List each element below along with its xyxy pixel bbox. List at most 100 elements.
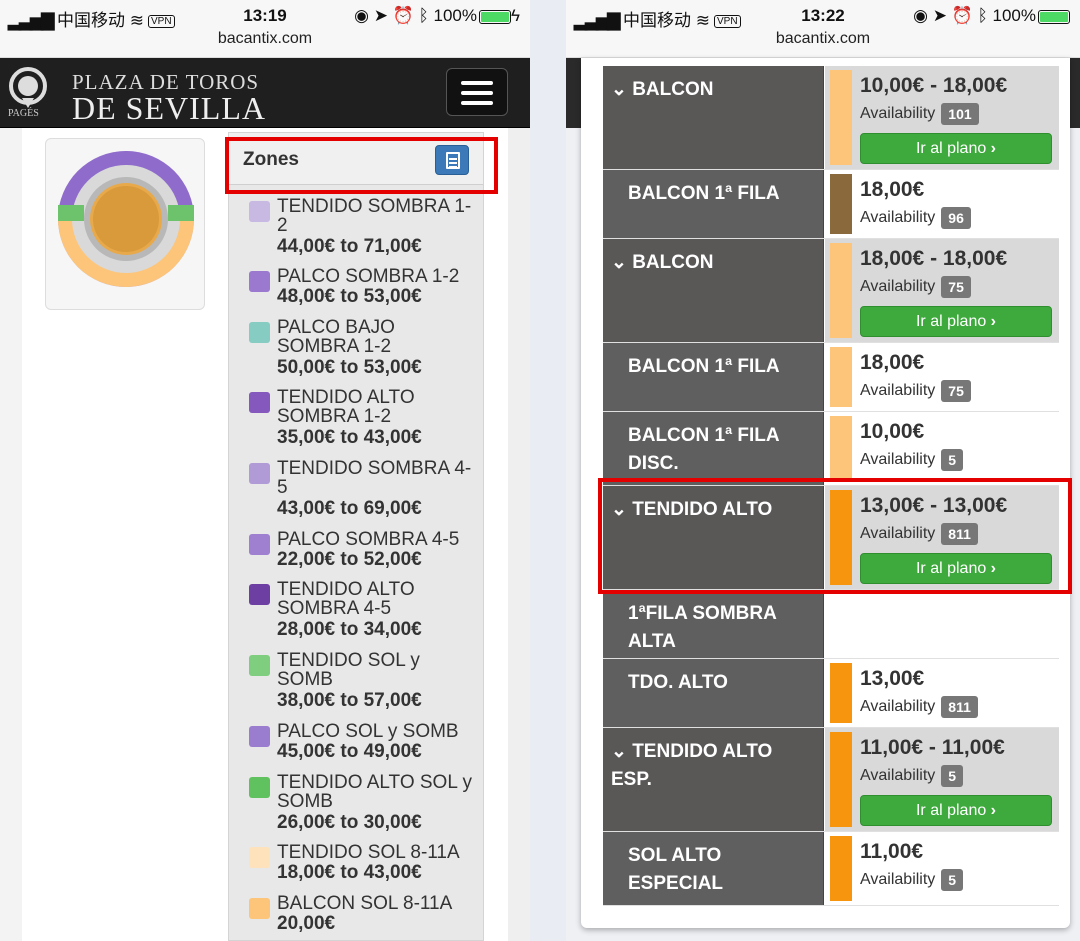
- availability-label: Availability: [860, 105, 936, 123]
- zone-color-swatch: [249, 655, 270, 676]
- price-info-cell: 10,00€ Availability 5: [825, 412, 1059, 485]
- price-info-cell: 11,00€ Availability 5: [825, 832, 1059, 905]
- price-info-cell: 11,00€ - 11,00€ Availability 5 Ir al plano …: [825, 728, 1059, 831]
- page-content: Zones TENDIDO SOMBRA 1-2 44,00€ to 71,00€…: [22, 128, 508, 941]
- chevron-down-icon: ⌄: [611, 741, 633, 762]
- status-bar: ▂▃▅▇ 中国移动 ≋ VPN 13:22 ◉ ➤ ⏰ ᛒ 100% bacant…: [566, 0, 1080, 58]
- zone-color-bar: [830, 70, 852, 165]
- zone-name: TENDIDO ALTO SOMBRA 1-2: [277, 387, 415, 427]
- availability: Availability 5: [860, 869, 964, 891]
- price-range: 18,00€: [860, 351, 925, 374]
- seating-map-thumbnail[interactable]: [45, 138, 205, 310]
- status-bar: ▂▃▅▇ 中国移动 ≋ VPN 13:19 ◉ ➤ ⏰ ᛒ 100% ϟ bacan…: [0, 0, 530, 58]
- zone-name: PALCO SOL y SOMB: [277, 721, 459, 742]
- zone-color-bar: [830, 663, 852, 723]
- availability-count-badge: 5: [941, 449, 964, 471]
- zone-name-label: BALCON 1ª FILA: [628, 183, 780, 204]
- price-row: TDO. ALTO 13,00€ Availability 811: [603, 659, 1059, 728]
- zone-color-bar: [830, 347, 852, 407]
- zone-color-swatch: [249, 534, 270, 555]
- zone-color-swatch: [249, 898, 270, 919]
- zone-name: TENDIDO ALTO SOL y SOMB: [277, 772, 472, 812]
- subsection-name-cell: BALCON 1ª FILA: [603, 170, 824, 238]
- zone-price: 45,00€ to 49,00€: [277, 741, 422, 762]
- zone-color-swatch: [249, 847, 270, 868]
- availability: Availability 75: [860, 276, 971, 298]
- availability-count-badge: 75: [941, 276, 971, 298]
- section-name-cell[interactable]: ⌄ BALCON: [603, 66, 824, 169]
- battery-percent: 100%: [433, 6, 477, 25]
- zone-name: TENDIDO SOL y SOMB: [277, 650, 420, 690]
- availability-count-badge: 75: [941, 380, 971, 402]
- price-row: BALCON 1ª FILA 18,00€ Availability 75: [603, 343, 1059, 412]
- go-to-map-button[interactable]: Ir al plano ›: [860, 795, 1052, 826]
- price-info-cell: 10,00€ - 18,00€ Availability 101 Ir al plan…: [825, 66, 1059, 169]
- zone-price: 28,00€ to 34,00€: [277, 619, 422, 640]
- price-info-cell: 18,00€ - 18,00€ Availability 75 Ir al plano…: [825, 239, 1059, 342]
- charging-icon: ϟ: [511, 6, 520, 25]
- subsection-name-cell: BALCON 1ª FILA DISC.: [603, 412, 824, 485]
- bullring-map-icon: [58, 151, 194, 287]
- zone-name-label: BALCON 1ª FILA: [628, 356, 780, 377]
- section-name-cell[interactable]: ⌄ TENDIDO ALTO ESP.: [603, 728, 824, 831]
- price-info-cell: 18,00€ Availability 75: [825, 343, 1059, 411]
- availability: Availability 5: [860, 449, 964, 471]
- zone-name: PALCO SOMBRA 1-2: [277, 266, 460, 287]
- right-screenshot: ▂▃▅▇ 中国移动 ≋ VPN 13:22 ◉ ➤ ⏰ ᛒ 100% bacant…: [566, 0, 1080, 941]
- availability-label: Availability: [860, 871, 936, 889]
- price-info-cell: [825, 590, 1059, 658]
- url-bar[interactable]: bacantix.com: [0, 30, 530, 48]
- zone-color-swatch: [249, 584, 270, 605]
- price-row[interactable]: ⌄ BALCON 18,00€ - 18,00€ Availability 75 Ir …: [603, 239, 1059, 343]
- go-to-map-button[interactable]: Ir al plano ›: [860, 133, 1052, 164]
- zone-price: 44,00€ to 71,00€: [277, 236, 422, 257]
- bluetooth-icon: ᛒ: [977, 6, 988, 25]
- go-to-map-label: Ir al plano: [915, 802, 987, 819]
- url-bar[interactable]: bacantix.com: [566, 30, 1080, 48]
- availability: Availability 75: [860, 380, 971, 402]
- price-range: 11,00€: [860, 840, 924, 863]
- site-header: PAGÉS PLAZA DE TOROS DE SEVILLA: [0, 58, 530, 128]
- zone-color-swatch: [249, 726, 270, 747]
- menu-button[interactable]: [446, 68, 508, 116]
- go-to-map-button[interactable]: Ir al plano ›: [860, 306, 1052, 337]
- alarm-icon: ⏰: [951, 6, 973, 25]
- availability: Availability 96: [860, 207, 971, 229]
- price-row[interactable]: ⌄ BALCON 10,00€ - 18,00€ Availability 101 Ir…: [603, 66, 1059, 170]
- zone-name: PALCO SOMBRA 4-5: [277, 529, 460, 550]
- availability-count-badge: 96: [941, 207, 971, 229]
- zone-price: 38,00€ to 57,00€: [277, 690, 422, 711]
- section-name-cell[interactable]: ⌄ BALCON: [603, 239, 824, 342]
- subsection-name-cell: 1ªFILA SOMBRA ALTA: [603, 590, 824, 658]
- zone-name-label: TENDIDO ALTO ESP.: [611, 741, 773, 790]
- price-range: 10,00€: [860, 420, 925, 443]
- zone-color-bar: [830, 243, 852, 338]
- zone-price: 48,00€ to 53,00€: [277, 286, 422, 307]
- go-to-map-label: Ir al plano: [915, 313, 987, 330]
- location-icon: ➤: [932, 6, 947, 25]
- zone-name-label: SOL ALTO ESPECIAL: [628, 845, 724, 894]
- price-row: BALCON 1ª FILA 18,00€ Availability 96: [603, 170, 1059, 239]
- zone-price: 26,00€ to 30,00€: [277, 812, 422, 833]
- price-row[interactable]: ⌄ TENDIDO ALTO ESP. 11,00€ - 11,00€ Availa…: [603, 728, 1059, 832]
- chevron-right-icon: ›: [986, 802, 997, 819]
- zone-price: 50,00€ to 53,00€: [277, 357, 422, 378]
- status-right: ◉ ➤ ⏰ ᛒ 100%: [913, 6, 1070, 26]
- zone-color-bar: [830, 732, 852, 827]
- price-range: 18,00€ - 18,00€: [860, 247, 1008, 270]
- zone-name: TENDIDO SOL 8-11A: [277, 842, 460, 863]
- zone-name-label: TDO. ALTO: [628, 672, 728, 693]
- bluetooth-icon: ᛒ: [418, 6, 429, 25]
- price-info-cell: 18,00€ Availability 96: [825, 170, 1059, 238]
- zones-panel: Zones TENDIDO SOMBRA 1-2 44,00€ to 71,00€…: [228, 132, 484, 941]
- zone-color-bar: [830, 174, 852, 234]
- go-to-map-label: Ir al plano: [915, 140, 987, 157]
- zone-name: TENDIDO SOMBRA 4-5: [277, 458, 472, 498]
- price-info-cell: 13,00€ Availability 811: [825, 659, 1059, 727]
- availability-label: Availability: [860, 767, 936, 785]
- subsection-name-cell: BALCON 1ª FILA: [603, 343, 824, 411]
- availability: Availability 5: [860, 765, 964, 787]
- availability-count-badge: 101: [941, 103, 979, 125]
- price-range: 13,00€: [860, 667, 925, 690]
- subsection-name-cell: SOL ALTO ESPECIAL: [603, 832, 824, 905]
